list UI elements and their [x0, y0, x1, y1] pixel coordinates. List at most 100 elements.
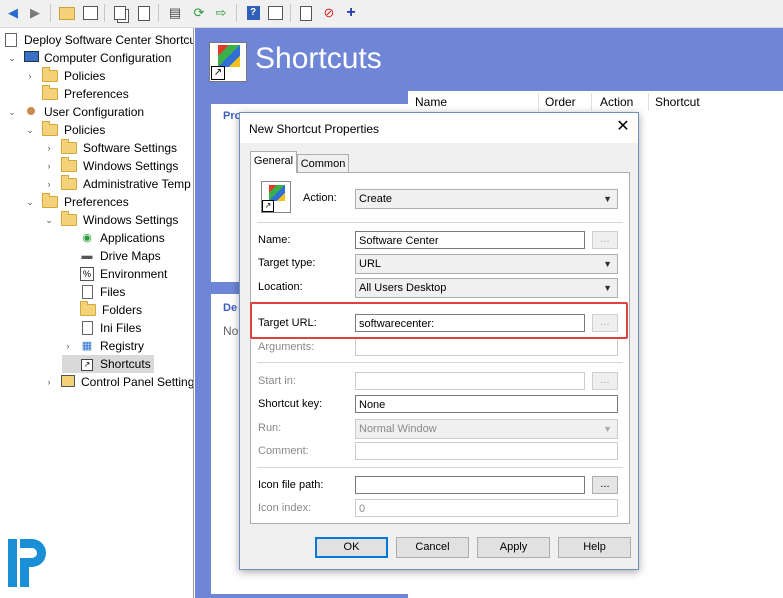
tree-item-ini-files[interactable]: Ini Files — [62, 319, 141, 337]
tab-general[interactable]: General — [250, 151, 297, 173]
help-icon[interactable]: ? — [244, 4, 262, 22]
export-icon[interactable]: ⇨ — [212, 4, 230, 22]
tree-item-label: Folders — [102, 303, 143, 317]
chevron-right-icon[interactable]: › — [24, 71, 36, 81]
chevron-down-icon[interactable]: ⌄ — [43, 215, 55, 226]
tree-item-software-settings[interactable]: › Software Settings — [43, 139, 177, 157]
apply-button[interactable]: Apply — [477, 537, 550, 558]
ini-files-icon — [80, 321, 94, 335]
tree-item-policies[interactable]: › Policies — [24, 67, 105, 85]
tree-item-label: Preferences — [64, 87, 129, 101]
column-header-order[interactable]: Order — [545, 95, 576, 109]
tree-item-label: Drive Maps — [100, 249, 161, 263]
tree-item-shortcuts[interactable]: ↗ Shortcuts — [62, 355, 154, 373]
new-shortcut-properties-dialog: New Shortcut Properties ✕ General Common… — [239, 112, 639, 570]
tree-item-preferences[interactable]: ⌄ Preferences — [24, 193, 129, 211]
tree-item-label: Policies — [64, 123, 106, 137]
toolbar-separator — [104, 4, 105, 22]
run-select[interactable]: Normal Window ▼ — [355, 419, 618, 439]
tree-item-label: Administrative Temp — [83, 177, 191, 191]
toolbar-separator — [290, 4, 291, 22]
close-icon[interactable]: ✕ — [613, 117, 633, 137]
tree-item-administrative-templates[interactable]: › Administrative Temp — [43, 175, 191, 193]
tree-item-registry[interactable]: › ▦ Registry — [62, 337, 145, 355]
action-select[interactable]: Create ▼ — [355, 189, 618, 209]
tree-item-environment[interactable]: % Environment — [62, 265, 167, 283]
tree-item-label: Files — [100, 285, 126, 299]
tab-common[interactable]: Common — [297, 154, 349, 173]
ok-button[interactable]: OK — [315, 537, 388, 558]
tree-item-applications[interactable]: ◉ Applications — [62, 229, 165, 247]
toolbar-separator — [50, 4, 51, 22]
files-icon — [80, 285, 94, 299]
forward-icon[interactable]: ▶ — [26, 4, 44, 22]
arguments-input[interactable] — [355, 338, 618, 356]
tree-item-control-panel-settings[interactable]: › Control Panel Setting — [43, 373, 194, 391]
properties-icon[interactable] — [266, 4, 284, 22]
icon-index-label: Icon index: — [258, 502, 312, 514]
column-header-name[interactable]: Name — [415, 95, 447, 109]
tree-item-user-configuration[interactable]: ⌄ User Configuration — [6, 103, 144, 121]
target-type-select[interactable]: URL ▼ — [355, 254, 618, 274]
tree-item-label: Shortcuts — [100, 357, 151, 371]
new-item-icon[interactable] — [297, 4, 315, 22]
name-input[interactable]: Software Center — [355, 231, 585, 249]
chevron-down-icon: ▼ — [603, 424, 612, 434]
column-header-action[interactable]: Action — [600, 95, 633, 109]
comment-input[interactable] — [355, 442, 618, 460]
chevron-down-icon[interactable]: ⌄ — [6, 107, 18, 118]
up-folder-icon[interactable] — [58, 4, 76, 22]
name-browse-button[interactable]: ... — [592, 231, 618, 249]
tree-item-drive-maps[interactable]: ▬ Drive Maps — [62, 247, 161, 265]
tree-item-label: Registry — [100, 339, 145, 353]
chevron-right-icon[interactable]: › — [43, 377, 55, 387]
copy-icon[interactable] — [111, 4, 129, 22]
add-icon[interactable]: + — [342, 4, 360, 22]
tree-item-windows-settings[interactable]: › Windows Settings — [43, 157, 178, 175]
tree-item-policies[interactable]: ⌄ Policies — [24, 121, 105, 139]
control-panel-icon — [61, 375, 75, 389]
tree-item-computer-configuration[interactable]: ⌄ Computer Configuration — [6, 49, 171, 67]
arguments-label: Arguments: — [258, 341, 315, 353]
tree-item-preferences[interactable]: Preferences — [24, 85, 129, 103]
tree-item-folders[interactable]: Folders — [62, 301, 142, 319]
icon-index-input[interactable]: 0 — [355, 499, 618, 517]
cancel-button[interactable]: Cancel — [396, 537, 469, 558]
shortcut-key-input[interactable]: None — [355, 395, 618, 413]
tree-item-label: Environment — [100, 267, 168, 281]
location-value: All Users Desktop — [359, 282, 447, 294]
chevron-right-icon[interactable]: › — [62, 341, 74, 351]
location-select[interactable]: All Users Desktop ▼ — [355, 278, 618, 298]
tree-item-windows-settings[interactable]: ⌄ Windows Settings — [43, 211, 178, 229]
icon-file-path-input[interactable] — [355, 476, 585, 494]
tree-item-gpo[interactable]: Deploy Software Center Shortcut — [4, 31, 193, 49]
column-header-shortcut[interactable]: Shortcut — [655, 95, 700, 109]
start-in-browse-button[interactable]: ... — [592, 372, 618, 390]
folder-icon — [61, 211, 77, 226]
stop-icon[interactable]: ⊘ — [320, 4, 338, 22]
chevron-down-icon[interactable]: ⌄ — [24, 125, 36, 136]
print-icon[interactable]: ▤ — [166, 4, 184, 22]
chevron-down-icon[interactable]: ⌄ — [24, 197, 36, 208]
console-tree: Deploy Software Center Shortcut ⌄ Comput… — [0, 28, 194, 598]
icon-file-path-browse-button[interactable]: ... — [592, 476, 618, 494]
refresh-icon[interactable]: ⟳ — [190, 4, 208, 22]
tree-item-files[interactable]: Files — [62, 283, 125, 301]
chevron-down-icon[interactable]: ⌄ — [6, 53, 18, 64]
start-in-input[interactable] — [355, 372, 585, 390]
divider — [257, 222, 623, 223]
applications-icon: ◉ — [82, 232, 92, 244]
chevron-right-icon[interactable]: › — [43, 143, 55, 153]
back-icon[interactable]: ◀ — [4, 4, 22, 22]
folder-icon — [61, 139, 77, 154]
folder-icon — [42, 121, 58, 136]
show-hide-tree-icon[interactable] — [81, 4, 99, 22]
drive-maps-icon: ▬ — [81, 250, 93, 262]
paste-icon[interactable] — [135, 4, 153, 22]
chevron-right-icon[interactable]: › — [43, 161, 55, 171]
tree-item-label: Control Panel Setting — [81, 375, 194, 389]
chevron-right-icon[interactable]: › — [43, 179, 55, 189]
toolbar-separator — [236, 4, 237, 22]
help-button[interactable]: Help — [558, 537, 631, 558]
tree-item-label: Software Settings — [83, 141, 178, 155]
